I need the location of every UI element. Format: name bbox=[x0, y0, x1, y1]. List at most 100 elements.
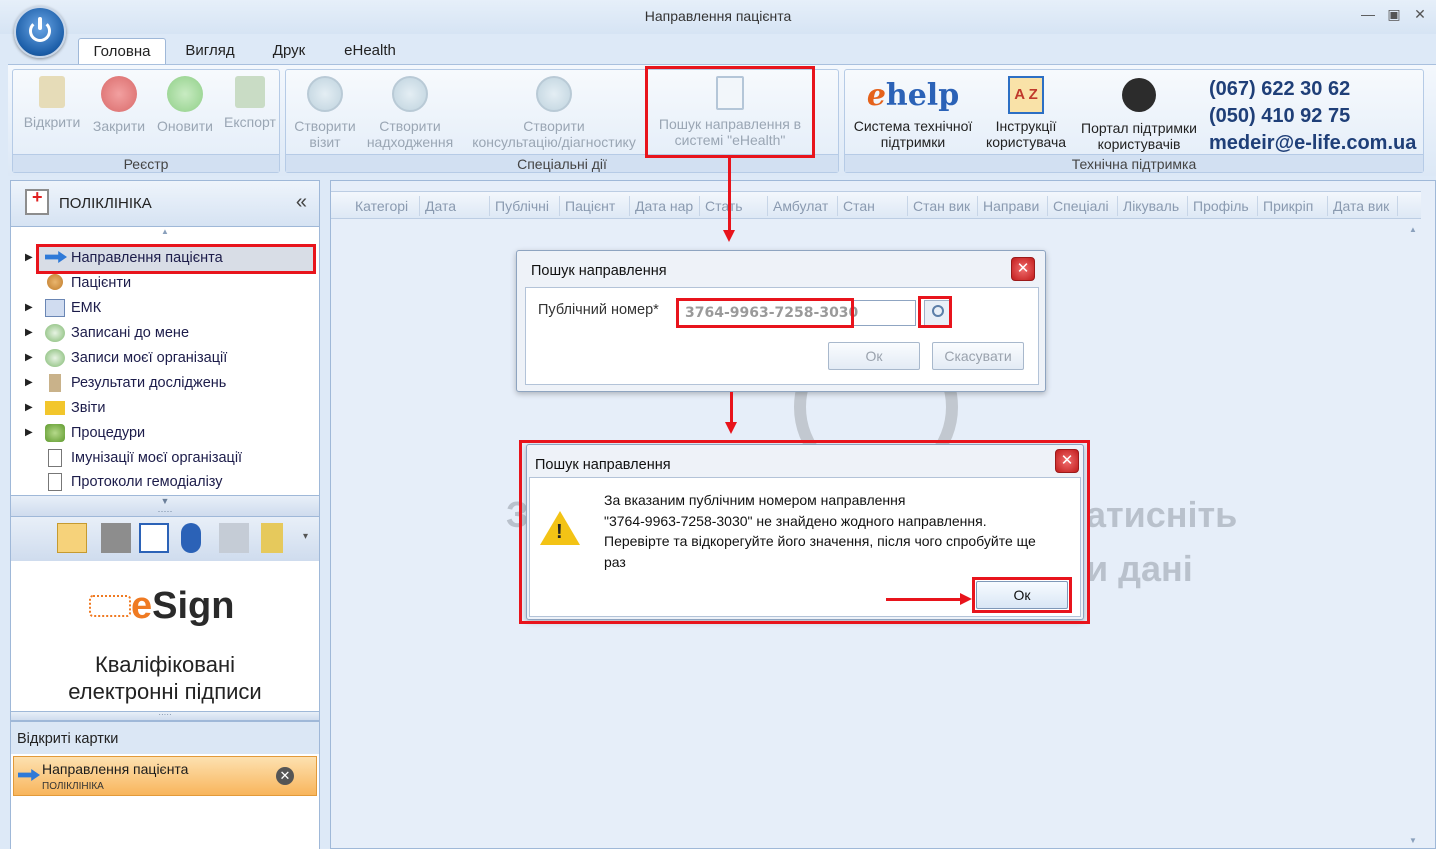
expand-arrow-icon[interactable]: ▶ bbox=[25, 327, 33, 338]
annotation-arrow-line bbox=[730, 392, 733, 424]
support-email[interactable]: medeir@e-life.com.ua bbox=[1209, 130, 1416, 157]
column-header[interactable]: Категорі bbox=[355, 198, 417, 214]
annotation-arrow-head bbox=[723, 230, 735, 242]
tree-item-emk[interactable]: ▶ ЕМК bbox=[25, 297, 315, 322]
more-modules-icon[interactable]: ▾ bbox=[303, 531, 308, 542]
expand-arrow-icon[interactable]: ▶ bbox=[25, 427, 33, 438]
create-consultation-button[interactable]: Створити консультацію/діагностику bbox=[464, 76, 644, 150]
close-circle-icon bbox=[101, 76, 137, 112]
registry-group-label: Реєстр bbox=[13, 154, 279, 172]
procedures-icon bbox=[45, 424, 65, 442]
column-header[interactable]: Лікуваль bbox=[1123, 198, 1185, 214]
create-admission-button[interactable]: Створити надходження bbox=[364, 76, 456, 150]
ehelp-logo: ehelp bbox=[866, 78, 960, 113]
panel-splitter[interactable]: ▼ ····· bbox=[11, 495, 319, 517]
watermark-text-3: и дані bbox=[1086, 548, 1193, 589]
tab-home[interactable]: Головна bbox=[78, 38, 166, 65]
highlight-public-number bbox=[676, 298, 854, 328]
calendar-module-icon[interactable] bbox=[139, 523, 169, 553]
user-instructions-button[interactable]: A Z Інструкції користувача bbox=[981, 76, 1071, 150]
close-icon[interactable]: ✕ bbox=[1410, 6, 1430, 26]
close-card-icon[interactable]: ✕ bbox=[276, 767, 294, 785]
column-header[interactable]: Стан вик bbox=[913, 198, 975, 214]
scroll-down-icon[interactable]: ▼ bbox=[1409, 836, 1417, 845]
phone-2: (050) 410 92 75 bbox=[1209, 105, 1351, 127]
archive-module-icon[interactable] bbox=[219, 523, 249, 553]
column-header[interactable]: Направи bbox=[983, 198, 1045, 214]
expand-arrow-icon[interactable]: ▶ bbox=[25, 402, 33, 413]
open-button[interactable]: Відкрити bbox=[17, 76, 87, 130]
cancel-button[interactable]: Скасувати bbox=[932, 342, 1024, 370]
column-header[interactable]: Прикріп bbox=[1263, 198, 1325, 214]
book-icon bbox=[39, 76, 65, 108]
column-header[interactable]: Дата bbox=[425, 198, 487, 214]
export-button[interactable]: Експорт bbox=[219, 76, 281, 130]
refresh-button[interactable]: Оновити bbox=[151, 76, 219, 134]
panel-splitter-2[interactable]: ····· bbox=[11, 711, 319, 721]
title-bar: Направлення пацієнта — ▣ ✕ bbox=[0, 0, 1436, 34]
support-contacts: (067) 622 30 62 (050) 410 92 75 medeir@e… bbox=[1209, 76, 1416, 157]
polyclinic-module-icon[interactable] bbox=[57, 523, 87, 553]
circuit-icon bbox=[89, 595, 131, 617]
tree-item-org-bookings[interactable]: ▶ Записи моєї організації bbox=[25, 347, 315, 372]
open-card-subtitle: ПОЛІКЛІНІКА bbox=[42, 781, 104, 792]
minimize-icon[interactable]: — bbox=[1358, 6, 1378, 26]
column-header[interactable]: Амбулат bbox=[773, 198, 835, 214]
schedule-icon bbox=[45, 324, 65, 342]
tree-item-procedures[interactable]: ▶ Процедури bbox=[25, 422, 315, 447]
tree-item-immunizations[interactable]: Імунізації моєї організації bbox=[25, 447, 315, 472]
document-icon bbox=[48, 473, 62, 491]
close-button[interactable]: Закрити bbox=[87, 76, 151, 134]
highlight-ehealth-search bbox=[645, 66, 815, 158]
tree-item-research-results[interactable]: ▶ Результати досліджень bbox=[25, 372, 315, 397]
column-header[interactable]: Пацієнт bbox=[565, 198, 627, 214]
column-header[interactable]: Публічні bbox=[495, 198, 557, 214]
annotation-arrow-line bbox=[728, 158, 731, 232]
tab-print[interactable]: Друк bbox=[258, 38, 320, 64]
tab-view[interactable]: Вигляд bbox=[174, 38, 246, 64]
column-header[interactable]: Стан bbox=[843, 198, 905, 214]
open-cards-panel: Відкриті картки Направлення пацієнта ПОЛ… bbox=[11, 721, 319, 849]
column-header[interactable]: Дата нар bbox=[635, 198, 697, 214]
expand-arrow-icon[interactable]: ▶ bbox=[25, 252, 33, 263]
ehelp-button[interactable]: ehelp Система технічної підтримки bbox=[847, 76, 979, 150]
close-icon[interactable]: ✕ bbox=[1011, 257, 1035, 281]
column-header[interactable]: Дата вик bbox=[1333, 198, 1395, 214]
arrow-right-icon bbox=[18, 769, 40, 781]
watermark-text-2: атисніть bbox=[1086, 494, 1238, 535]
annotation-arrow-head bbox=[960, 593, 972, 605]
maximize-icon[interactable]: ▣ bbox=[1384, 6, 1404, 26]
tree-item-hemodialysis[interactable]: Протоколи гемодіалізу bbox=[25, 471, 315, 496]
medical-module-icon[interactable] bbox=[181, 523, 201, 553]
export-icon bbox=[235, 76, 265, 108]
column-header[interactable]: Спеціалі bbox=[1053, 198, 1115, 214]
expand-arrow-icon[interactable]: ▶ bbox=[25, 352, 33, 363]
grid-scrollbar[interactable]: ▲ ▼ bbox=[1407, 221, 1421, 847]
column-header[interactable]: Профіль bbox=[1193, 198, 1255, 214]
bed-icon bbox=[392, 76, 428, 112]
tree-item-patients[interactable]: Пацієнти bbox=[25, 272, 315, 297]
open-card-item[interactable]: Направлення пацієнта ПОЛІКЛІНІКА ✕ bbox=[13, 756, 317, 796]
az-book-icon: A Z bbox=[1008, 76, 1044, 114]
column-header[interactable]: Стать bbox=[705, 198, 767, 214]
open-card-title: Направлення пацієнта bbox=[42, 761, 189, 777]
annotation-arrow-head bbox=[725, 422, 737, 434]
esign-banner[interactable]: eSign Кваліфіковані електронні підписи bbox=[11, 561, 319, 711]
scroll-up-icon[interactable]: ▲ bbox=[11, 227, 319, 237]
esign-caption: Кваліфіковані електронні підписи bbox=[68, 652, 262, 704]
support-portal-button[interactable]: Портал підтримки користувачів bbox=[1075, 76, 1203, 152]
tab-ehealth[interactable]: eHealth bbox=[334, 38, 406, 64]
app-menu-button[interactable] bbox=[14, 6, 66, 58]
expand-arrow-icon[interactable]: ▶ bbox=[25, 302, 33, 313]
book-module-icon[interactable] bbox=[261, 523, 283, 553]
create-visit-button[interactable]: Створити візит bbox=[288, 76, 362, 150]
expand-arrow-icon[interactable]: ▶ bbox=[25, 377, 33, 388]
headset-icon bbox=[1122, 78, 1156, 112]
scroll-up-icon[interactable]: ▲ bbox=[1409, 225, 1417, 234]
technical-support-group-label: Технічна підтримка bbox=[845, 154, 1423, 172]
ok-button[interactable]: Ок bbox=[828, 342, 920, 370]
building-module-icon[interactable] bbox=[101, 523, 131, 553]
tree-item-booked-to-me[interactable]: ▶ Записані до мене bbox=[25, 322, 315, 347]
tree-item-reports[interactable]: ▶ Звіти bbox=[25, 397, 315, 422]
collapse-panel-icon[interactable]: « bbox=[296, 191, 307, 214]
